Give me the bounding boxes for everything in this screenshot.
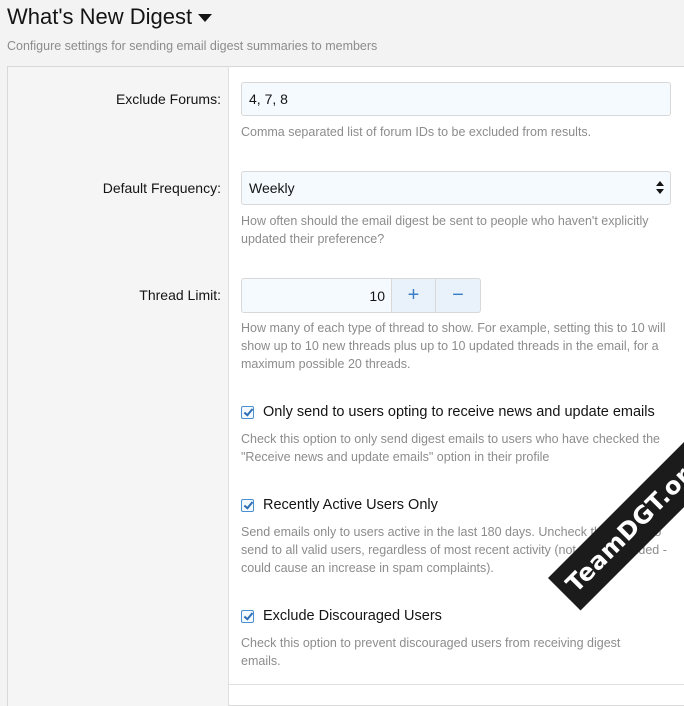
opting-only-checkbox-row[interactable]: Only send to users opting to receive new…	[241, 404, 655, 420]
default-frequency-value: Weekly	[249, 180, 295, 196]
exclude-forums-label: Exclude Forums:	[115, 91, 221, 107]
opting-only-label[interactable]: Only send to users opting to receive new…	[263, 404, 655, 420]
row-divider	[229, 684, 684, 685]
default-frequency-hint: How often should the email digest be sen…	[241, 214, 649, 246]
thread-limit-input[interactable]: 10	[241, 278, 391, 313]
recently-active-label[interactable]: Recently Active Users Only	[263, 497, 438, 513]
default-frequency-label: Default Frequency:	[102, 180, 221, 196]
exclude-discouraged-checkbox[interactable]	[241, 609, 254, 623]
exclude-discouraged-label[interactable]: Exclude Discouraged Users	[263, 608, 442, 624]
thread-limit-stepper: 10 + −	[241, 278, 481, 313]
opting-only-hint: Check this option to only send digest em…	[241, 432, 660, 464]
page-title-dropdown[interactable]: What's New Digest	[7, 3, 377, 31]
page-subtitle: Configure settings for sending email dig…	[7, 39, 378, 53]
exclude-discouraged-hint: Check this option to prevent discouraged…	[241, 636, 621, 668]
select-arrows-icon	[656, 181, 664, 195]
increment-button[interactable]: +	[391, 278, 436, 313]
decrement-button[interactable]: −	[436, 278, 481, 313]
default-frequency-select[interactable]: Weekly	[241, 171, 671, 205]
recently-active-checkbox-row[interactable]: Recently Active Users Only	[241, 497, 438, 513]
exclude-discouraged-checkbox-row[interactable]: Exclude Discouraged Users	[241, 608, 442, 624]
thread-limit-label: Thread Limit:	[139, 287, 221, 303]
opting-only-checkbox[interactable]	[241, 405, 254, 419]
caret-down-icon[interactable]	[198, 14, 213, 22]
page-header: What's New Digest Configure settings for…	[7, 3, 377, 53]
thread-limit-hint: How many of each type of thread to show.…	[241, 321, 666, 371]
labels-column	[7, 66, 229, 706]
recently-active-checkbox[interactable]	[241, 498, 254, 512]
minus-icon: −	[452, 284, 464, 306]
exclude-forums-input[interactable]: 4, 7, 8	[241, 82, 671, 116]
plus-icon: +	[407, 284, 420, 306]
exclude-forums-hint: Comma separated list of forum IDs to be …	[241, 125, 592, 139]
page-title: What's New Digest	[7, 4, 193, 29]
